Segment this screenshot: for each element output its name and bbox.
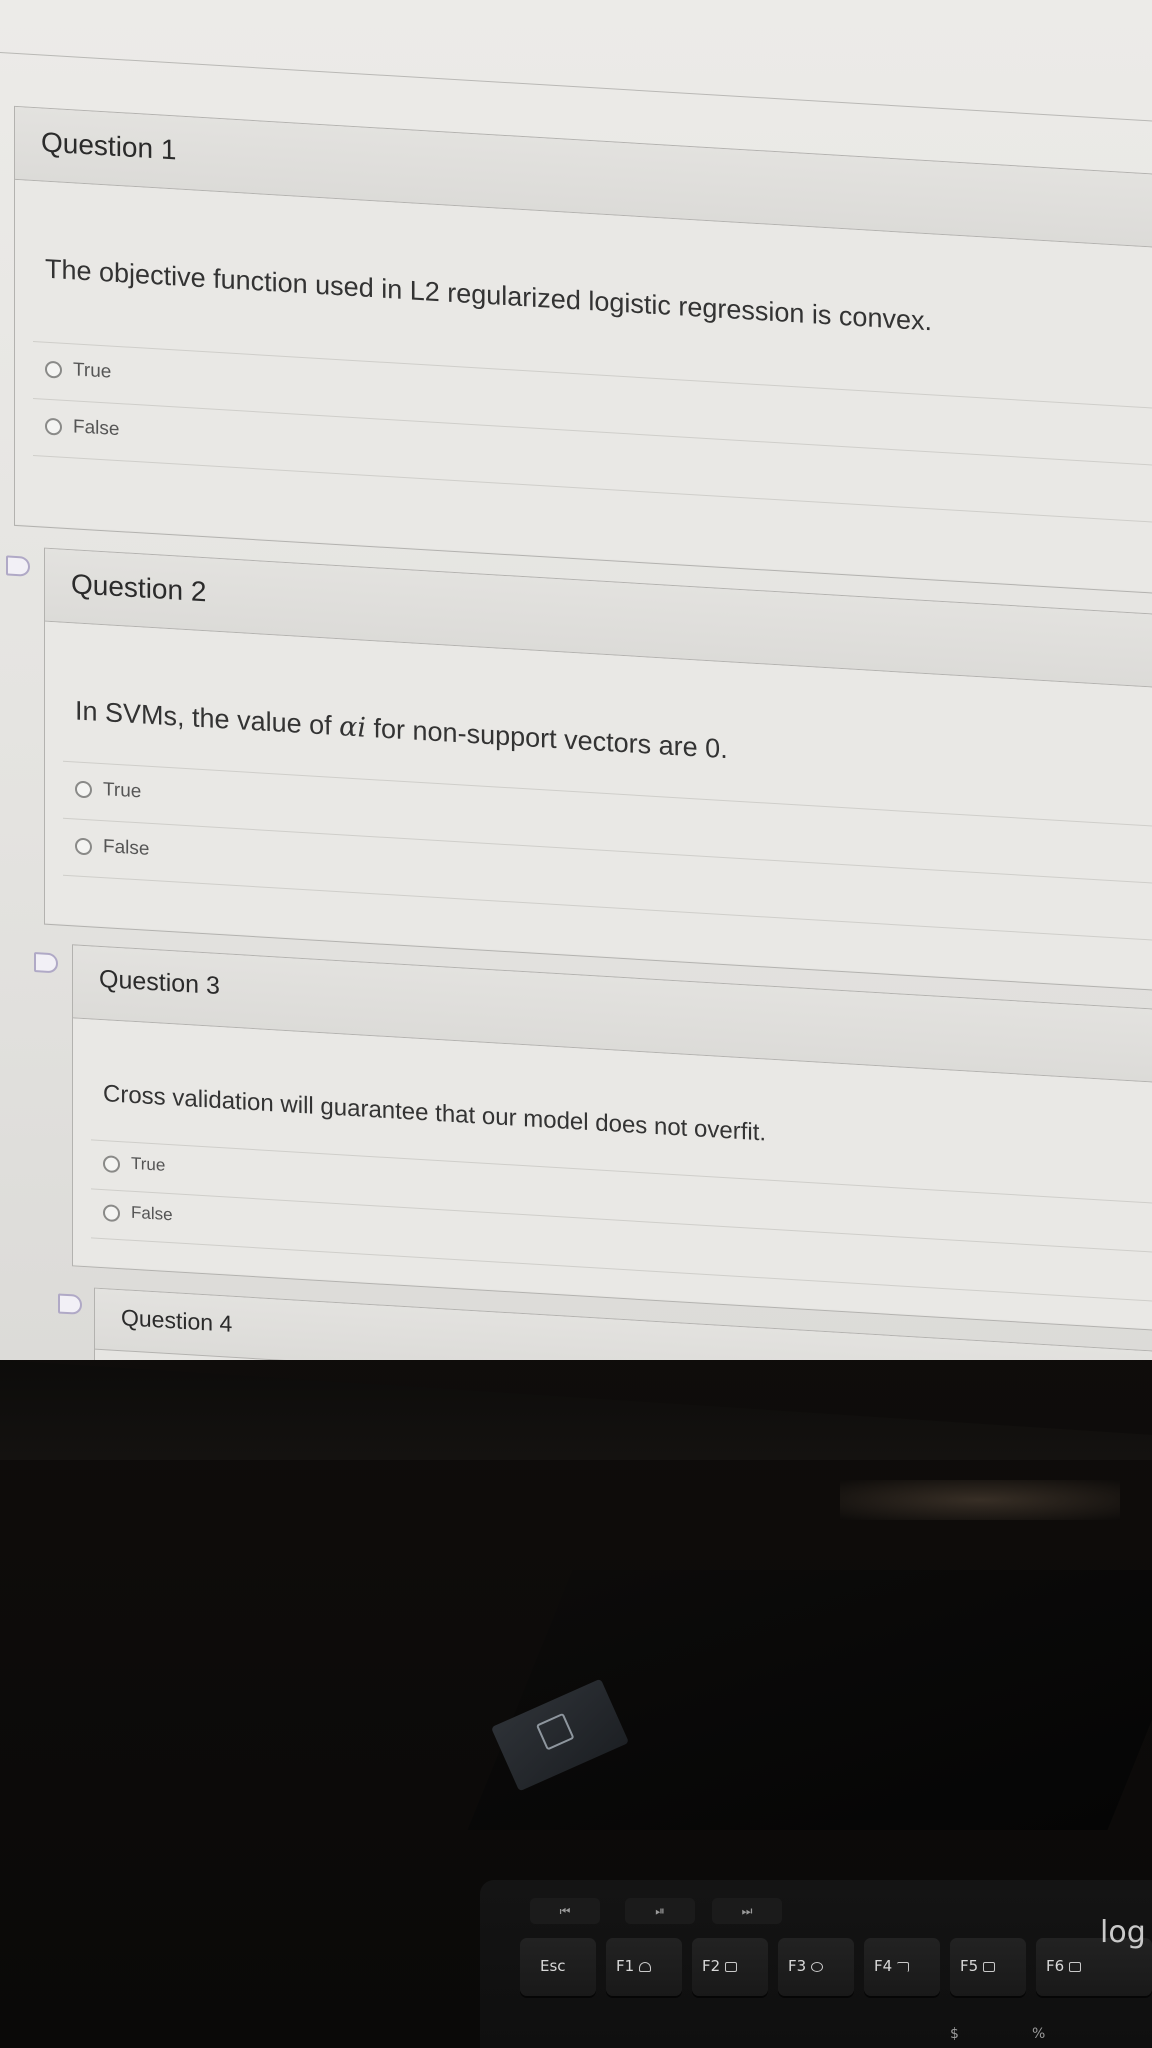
window-icon xyxy=(983,1961,996,1972)
question-3-text: Cross validation will guarantee that our… xyxy=(103,1080,767,1147)
radio-button-icon[interactable] xyxy=(75,780,92,799)
f4-key-text: F4 xyxy=(874,1957,893,1975)
bookmark-flag-icon[interactable] xyxy=(58,1293,82,1315)
f3-key[interactable]: F3 xyxy=(778,1938,854,1996)
dollar-key-glyph: $ xyxy=(950,2026,959,2042)
music-icon xyxy=(897,1961,910,1972)
question-2-text: In SVMs, the value of αi for non-support… xyxy=(75,695,728,765)
question-1-title: Question 1 xyxy=(41,126,177,166)
f5-key-text: F5 xyxy=(960,1957,979,1975)
f4-key[interactable]: F4 xyxy=(864,1938,940,1996)
esc-key[interactable]: Esc xyxy=(520,1938,596,1996)
keyboard-brand-logo: log xyxy=(1100,1915,1146,1950)
question-2-text-start: In SVMs, the value of xyxy=(75,695,340,742)
question-3-title: Question 3 xyxy=(99,964,220,1001)
question-2-card: Question 2 In SVMs, the value of αi for … xyxy=(44,547,1152,997)
question-2-text-end: for non-support vectors are 0. xyxy=(366,712,728,765)
question-2-title: Question 2 xyxy=(71,568,207,608)
question-1-text: The objective function used in L2 regula… xyxy=(45,253,932,337)
answer-label: False xyxy=(131,1202,173,1225)
radio-button-icon[interactable] xyxy=(45,360,62,379)
question-2-answers: True False xyxy=(63,760,1152,946)
question-1-answers: True False xyxy=(33,340,1152,527)
percent-key-glyph: % xyxy=(1032,2026,1046,2042)
f3-key-label: F3 xyxy=(788,1957,824,1975)
question-2-body: In SVMs, the value of αi for non-support… xyxy=(45,621,1152,994)
search-icon xyxy=(811,1961,824,1972)
f1-key-label: F1 xyxy=(616,1957,652,1975)
quiz-page: Question 1 The objective function used i… xyxy=(0,0,1152,1360)
page-top-divider xyxy=(0,52,1152,125)
desk-reflection xyxy=(840,1480,1120,1520)
f5-key-label: F5 xyxy=(960,1957,996,1975)
question-4-title: Question 4 xyxy=(121,1304,233,1337)
f1-key-text: F1 xyxy=(616,1957,635,1975)
mail-icon xyxy=(725,1961,738,1972)
energy-star-logo-icon xyxy=(535,1712,575,1751)
alpha-i-symbol: αi xyxy=(339,711,367,744)
radio-button-icon[interactable] xyxy=(75,837,92,856)
window-icon xyxy=(1069,1961,1082,1972)
f6-key-text: F6 xyxy=(1046,1957,1065,1975)
f3-key-text: F3 xyxy=(788,1957,807,1975)
f5-key[interactable]: F5 xyxy=(950,1938,1026,1996)
answer-label: True xyxy=(131,1153,166,1175)
f2-key-label: F2 xyxy=(702,1957,738,1975)
answer-label: False xyxy=(103,836,150,860)
home-icon xyxy=(639,1961,652,1972)
bookmark-flag-icon[interactable] xyxy=(6,555,30,577)
monitor-screen: Question 1 The objective function used i… xyxy=(0,0,1152,1360)
f4-key-label: F4 xyxy=(874,1957,910,1975)
radio-button-icon[interactable] xyxy=(103,1155,120,1174)
f1-key[interactable]: F1 xyxy=(606,1938,682,1996)
photo-scene: Question 1 The objective function used i… xyxy=(0,0,1152,2048)
next-track-key[interactable]: ⏭ xyxy=(712,1898,782,1924)
f2-key[interactable]: F2 xyxy=(692,1938,768,1996)
bookmark-flag-icon[interactable] xyxy=(34,952,58,974)
radio-button-icon[interactable] xyxy=(103,1204,120,1223)
previous-track-key[interactable]: ⏮ xyxy=(530,1898,600,1924)
answer-label: False xyxy=(73,416,120,441)
f2-key-text: F2 xyxy=(702,1957,721,1975)
f6-key-label: F6 xyxy=(1046,1957,1082,1975)
answer-label: True xyxy=(73,359,112,383)
question-3-card: Question 3 Cross validation will guarant… xyxy=(72,944,1152,1338)
question-3-answers: True False xyxy=(91,1139,1152,1309)
answer-label: True xyxy=(103,779,142,803)
play-pause-key[interactable]: ⏯ xyxy=(625,1898,695,1924)
question-1-card: Question 1 The objective function used i… xyxy=(14,105,1152,598)
esc-key-label: Esc xyxy=(540,1957,566,1975)
question-1-body: The objective function used in L2 regula… xyxy=(15,179,1152,596)
radio-button-icon[interactable] xyxy=(45,417,62,436)
